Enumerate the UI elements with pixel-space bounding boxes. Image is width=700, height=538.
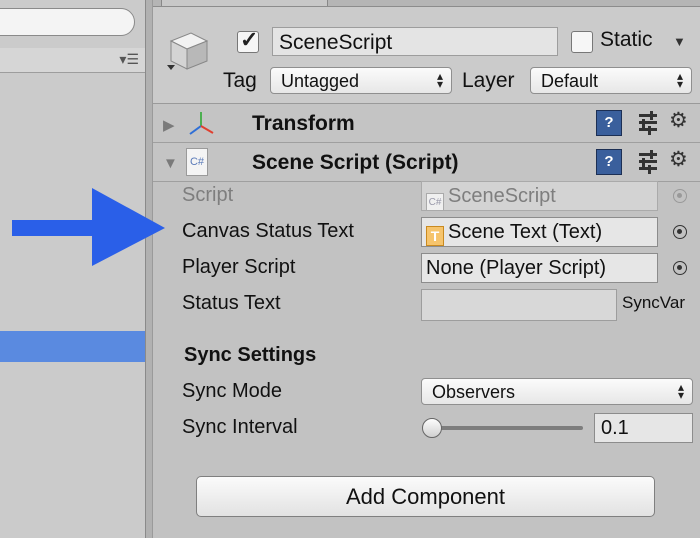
- tag-dropdown[interactable]: Untagged ▴ ▾: [270, 67, 452, 94]
- gameobject-cube-icon: [167, 32, 209, 70]
- csharp-script-icon: C#: [186, 148, 208, 176]
- active-checkbox[interactable]: ✓: [237, 27, 259, 53]
- status-text-label: Status Text: [182, 292, 281, 314]
- checkmark-icon: ✓: [240, 27, 259, 52]
- player-script-field[interactable]: None (Player Script): [421, 253, 658, 283]
- gear-icon[interactable]: ⚙: [669, 108, 688, 133]
- hierarchy-panel: ▾☰: [0, 0, 145, 538]
- help-icon[interactable]: ?: [596, 110, 622, 136]
- layer-label: Layer: [462, 69, 515, 92]
- object-picker-icon[interactable]: [673, 261, 687, 275]
- foldout-collapsed-icon[interactable]: ▶: [163, 116, 175, 134]
- hierarchy-toolbar: ▾☰: [0, 48, 145, 73]
- transform-axes-icon: [189, 112, 214, 135]
- preset-icon[interactable]: [636, 110, 660, 136]
- script-label: Script: [182, 184, 234, 206]
- player-script-value: None (Player Script): [426, 257, 607, 279]
- gear-icon[interactable]: ⚙: [669, 147, 688, 172]
- annotation-arrow-icon: [12, 188, 165, 266]
- hierarchy-selected-row[interactable]: [0, 331, 145, 362]
- sync-interval-label: Sync Interval: [182, 416, 298, 438]
- layer-value: Default: [541, 71, 599, 91]
- player-script-label: Player Script: [182, 256, 296, 278]
- syncvar-badge: SyncVar: [622, 293, 685, 312]
- gameobject-name-field[interactable]: SceneScript: [272, 27, 558, 56]
- script-field: C# SceneScript: [421, 181, 658, 211]
- static-checkbox[interactable]: [571, 31, 593, 53]
- tag-value: Untagged: [281, 71, 360, 91]
- sync-mode-value: Observers: [432, 382, 516, 402]
- scene-script-component-header[interactable]: ▼ C# Scene Script (Script) ? ⚙: [153, 143, 700, 182]
- sync-mode-dropdown[interactable]: Observers ▴ ▾: [421, 378, 693, 405]
- help-icon[interactable]: ?: [596, 149, 622, 175]
- script-value: SceneScript: [448, 185, 556, 207]
- sync-interval-input[interactable]: 0.1: [594, 413, 693, 443]
- sync-mode-label: Sync Mode: [182, 380, 283, 402]
- inspector-header: ✓ SceneScript Static ▼ Tag Untagged ▴ ▾ L…: [153, 7, 700, 104]
- sync-interval-slider-thumb[interactable]: [422, 418, 442, 438]
- transform-title: Transform: [252, 112, 355, 135]
- tab-strip: [153, 0, 700, 7]
- preset-icon[interactable]: [636, 149, 660, 175]
- static-label: Static: [600, 28, 653, 51]
- list-menu-icon[interactable]: ▾☰: [119, 51, 139, 68]
- static-dropdown-icon[interactable]: ▼: [673, 34, 686, 49]
- layer-dropdown[interactable]: Default ▴ ▾: [530, 67, 692, 94]
- tag-label: Tag: [223, 69, 257, 92]
- object-picker-icon: [673, 189, 687, 203]
- text-component-icon: T: [426, 226, 444, 246]
- add-component-button[interactable]: Add Component: [196, 476, 655, 517]
- tab-inspector[interactable]: [161, 0, 328, 6]
- panel-splitter[interactable]: [145, 0, 153, 538]
- scene-script-title: Scene Script (Script): [252, 151, 459, 174]
- sync-interval-slider-track[interactable]: [423, 426, 583, 430]
- updown-arrow-icon: ▴ ▾: [436, 69, 443, 91]
- canvas-status-text-field[interactable]: T Scene Text (Text): [421, 217, 658, 247]
- transform-component-header[interactable]: ▶ Transform ? ⚙: [153, 104, 700, 143]
- foldout-expanded-icon[interactable]: ▼: [163, 155, 178, 172]
- object-picker-icon[interactable]: [673, 225, 687, 239]
- csharp-script-icon: C#: [426, 193, 444, 210]
- status-text-input[interactable]: [421, 289, 617, 321]
- canvas-status-text-label: Canvas Status Text: [182, 220, 354, 242]
- updown-arrow-icon: ▴ ▾: [677, 380, 684, 402]
- hierarchy-search-input[interactable]: [0, 8, 135, 36]
- inspector-panel: ✓ SceneScript Static ▼ Tag Untagged ▴ ▾ L…: [153, 0, 700, 538]
- canvas-status-text-value: Scene Text (Text): [448, 221, 603, 243]
- sync-settings-heading: Sync Settings: [184, 344, 317, 366]
- updown-arrow-icon: ▴ ▾: [676, 69, 683, 91]
